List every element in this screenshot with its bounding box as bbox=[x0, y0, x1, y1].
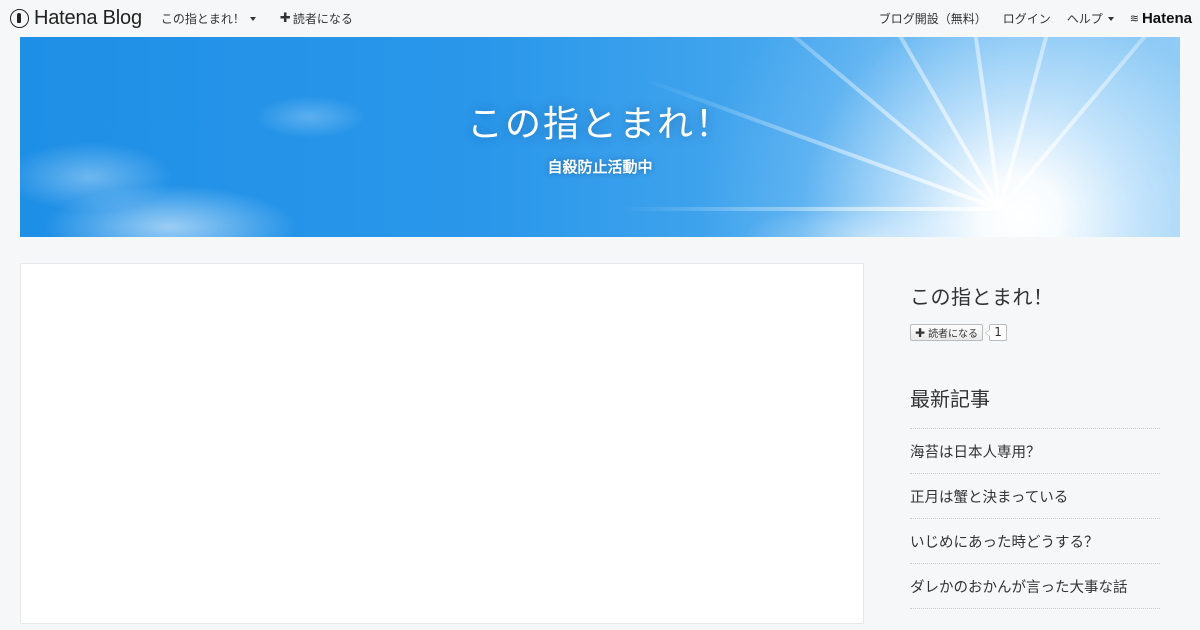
help-label: ヘルプ bbox=[1066, 12, 1103, 26]
subscribe-button[interactable]: ✚ 読者になる bbox=[910, 324, 984, 341]
main-content-panel bbox=[20, 263, 864, 624]
caret-down-icon bbox=[249, 16, 256, 21]
plus-icon: ✚ bbox=[915, 325, 926, 340]
subscribe-link-label: 読者になる bbox=[292, 12, 353, 26]
subscribe-link[interactable]: ✚ 読者になる bbox=[271, 0, 362, 37]
hatena-logo[interactable]: ≋ Hatena bbox=[1130, 10, 1192, 27]
header-right-menu: ブログ開設（無料） ログイン ヘルプ ≋ Hatena bbox=[871, 0, 1192, 37]
blog-title[interactable]: この指とまれ！ bbox=[20, 95, 1180, 147]
hatena-blog-logo[interactable]: Hatena Blog bbox=[10, 0, 142, 37]
help-dropdown[interactable]: ヘルプ bbox=[1059, 0, 1122, 37]
signup-link[interactable]: ブログ開設（無料） bbox=[871, 0, 995, 37]
sun-ray bbox=[620, 207, 1000, 211]
brand-name: Hatena Blog bbox=[34, 7, 142, 29]
subscribe-widget: ✚ 読者になる 1 bbox=[910, 324, 1160, 341]
blog-header-banner: この指とまれ！ 自殺防止活動中 bbox=[20, 37, 1180, 237]
recent-posts-list: 海苔は日本人専用？ 正月は蟹と決まっている いじめにあった時どうする？ ダレかの… bbox=[910, 429, 1160, 609]
recent-post-link[interactable]: いじめにあった時どうする？ bbox=[910, 519, 1160, 564]
hatena-wave-icon: ≋ bbox=[1129, 12, 1139, 25]
sidebar-blog-title[interactable]: この指とまれ！ bbox=[910, 283, 1160, 311]
plus-icon: ✚ bbox=[279, 11, 291, 26]
subscribe-button-label: 読者になる bbox=[928, 329, 979, 340]
blog-description: 自殺防止活動中 bbox=[547, 158, 653, 176]
recent-post-link[interactable]: ダレかのおかんが言った大事な話 bbox=[910, 564, 1160, 609]
recent-post-link[interactable]: 正月は蟹と決まっている bbox=[910, 474, 1160, 519]
subscriber-count[interactable]: 1 bbox=[985, 324, 1008, 341]
caret-down-icon bbox=[1107, 16, 1114, 21]
global-header: Hatena Blog この指とまれ！ ✚ 読者になる ブログ開設（無料） ログ… bbox=[0, 0, 1200, 37]
login-link[interactable]: ログイン bbox=[995, 0, 1059, 37]
hatena-blog-logo-icon bbox=[10, 9, 29, 28]
recent-posts-heading: 最新記事 bbox=[910, 385, 1160, 429]
hatena-wordmark: Hatena bbox=[1141, 10, 1192, 27]
blog-menu-label: この指とまれ！ bbox=[160, 12, 245, 26]
recent-post-link[interactable]: 海苔は日本人専用？ bbox=[910, 429, 1160, 474]
sidebar: この指とまれ！ ✚ 読者になる 1 最新記事 海苔は日本人専用？ 正月は蟹と決ま… bbox=[910, 283, 1160, 609]
blog-menu-dropdown[interactable]: この指とまれ！ bbox=[152, 0, 265, 37]
